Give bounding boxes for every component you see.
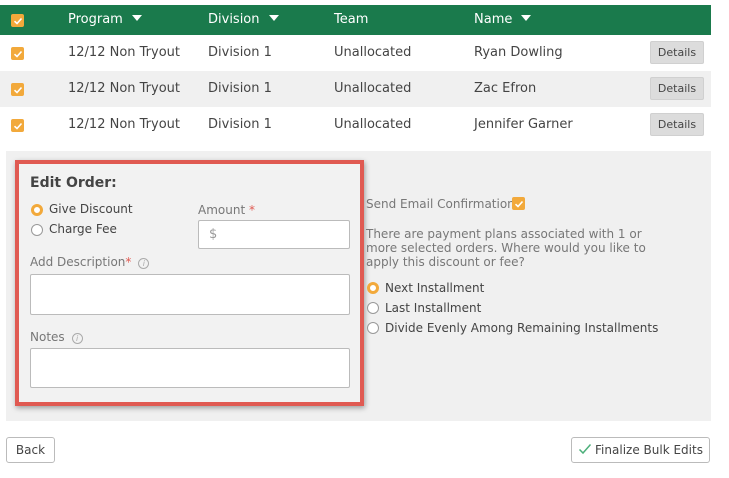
description-label: Add Description* i	[30, 255, 150, 269]
table-row: 12/12 Non Tryout Division 1 Unallocated …	[0, 35, 711, 71]
charge-fee-label: Charge Fee	[49, 222, 117, 236]
description-input[interactable]	[30, 274, 350, 315]
back-button[interactable]: Back	[6, 437, 55, 463]
table-row: 12/12 Non Tryout Division 1 Unallocated …	[0, 107, 711, 143]
amount-label: Amount *	[198, 203, 255, 217]
check-icon	[13, 122, 22, 130]
divide-evenly-label: Divide Evenly Among Remaining Installmen…	[385, 321, 659, 335]
row-program: 12/12 Non Tryout	[68, 117, 181, 132]
row-checkbox[interactable]	[11, 119, 24, 132]
column-header-program[interactable]: Program	[68, 5, 142, 35]
info-icon: i	[138, 258, 150, 269]
checkmark-icon	[579, 444, 592, 455]
select-all-checkbox[interactable]	[11, 14, 24, 27]
caret-down-icon	[131, 15, 142, 21]
details-button[interactable]: Details	[650, 113, 704, 136]
send-email-label: Send Email Confirmation	[366, 197, 515, 211]
last-installment-radio[interactable]	[367, 302, 379, 314]
check-icon	[13, 50, 22, 58]
table-row: 12/12 Non Tryout Division 1 Unallocated …	[0, 71, 711, 107]
give-discount-radio[interactable]	[31, 204, 43, 216]
row-checkbox[interactable]	[11, 83, 24, 96]
row-name: Jennifer Garner	[474, 117, 573, 132]
charge-fee-radio[interactable]	[31, 224, 43, 236]
next-installment-label: Next Installment	[385, 281, 485, 295]
row-division: Division 1	[208, 45, 272, 60]
check-icon	[514, 200, 523, 208]
caret-down-icon	[521, 15, 532, 21]
notes-label: Notes i	[30, 330, 83, 344]
row-team: Unallocated	[334, 45, 412, 60]
divide-evenly-radio[interactable]	[367, 322, 379, 334]
notes-input[interactable]	[30, 348, 350, 388]
amount-input[interactable]: $	[198, 220, 350, 249]
send-email-checkbox[interactable]	[512, 197, 525, 210]
amount-placeholder: $	[209, 227, 218, 242]
row-division: Division 1	[208, 81, 272, 96]
edit-order-title: Edit Order:	[30, 175, 117, 191]
finalize-bulk-edits-button[interactable]: Finalize Bulk Edits	[571, 437, 710, 463]
info-icon: i	[71, 333, 83, 344]
installment-message: There are payment plans associated with …	[366, 227, 646, 269]
column-header-division[interactable]: Division	[208, 5, 279, 35]
caret-down-icon	[268, 15, 279, 21]
row-team: Unallocated	[334, 81, 412, 96]
row-division: Division 1	[208, 117, 272, 132]
next-installment-radio[interactable]	[367, 282, 379, 294]
row-team: Unallocated	[334, 117, 412, 132]
edit-order-box: Edit Order: Give Discount Charge Fee Amo…	[15, 160, 364, 406]
give-discount-label: Give Discount	[49, 202, 133, 216]
column-header-name[interactable]: Name	[474, 5, 532, 35]
row-checkbox[interactable]	[11, 47, 24, 60]
row-name: Ryan Dowling	[474, 45, 563, 60]
column-header-team[interactable]: Team	[334, 5, 368, 35]
check-icon	[13, 86, 22, 94]
row-program: 12/12 Non Tryout	[68, 45, 181, 60]
details-button[interactable]: Details	[650, 77, 704, 100]
table-header: Program Division Team Name	[0, 5, 711, 35]
last-installment-label: Last Installment	[385, 301, 482, 315]
row-program: 12/12 Non Tryout	[68, 81, 181, 96]
details-button[interactable]: Details	[650, 41, 704, 64]
check-icon	[13, 17, 22, 25]
row-name: Zac Efron	[474, 81, 537, 96]
